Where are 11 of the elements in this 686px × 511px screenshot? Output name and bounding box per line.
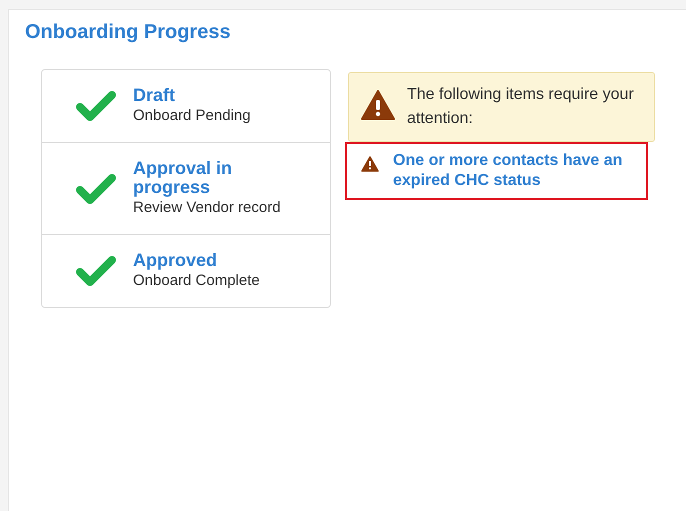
warning-icon [361, 156, 379, 172]
step-subtitle: Onboard Complete [133, 271, 260, 291]
step-title: Draft [133, 86, 176, 105]
warning-icon [361, 90, 395, 120]
step-title: Approval in progress [133, 159, 234, 197]
alert-message: The following items require your attention: [407, 85, 635, 129]
attention-link[interactable]: One or more contacts have an expired CHC status [393, 151, 640, 191]
step-subtitle: Review Vendor record [133, 198, 281, 218]
step-title: Approved [133, 251, 218, 270]
page-title: Onboarding Progress [25, 20, 231, 45]
step-subtitle: Onboard Pending [133, 106, 251, 126]
